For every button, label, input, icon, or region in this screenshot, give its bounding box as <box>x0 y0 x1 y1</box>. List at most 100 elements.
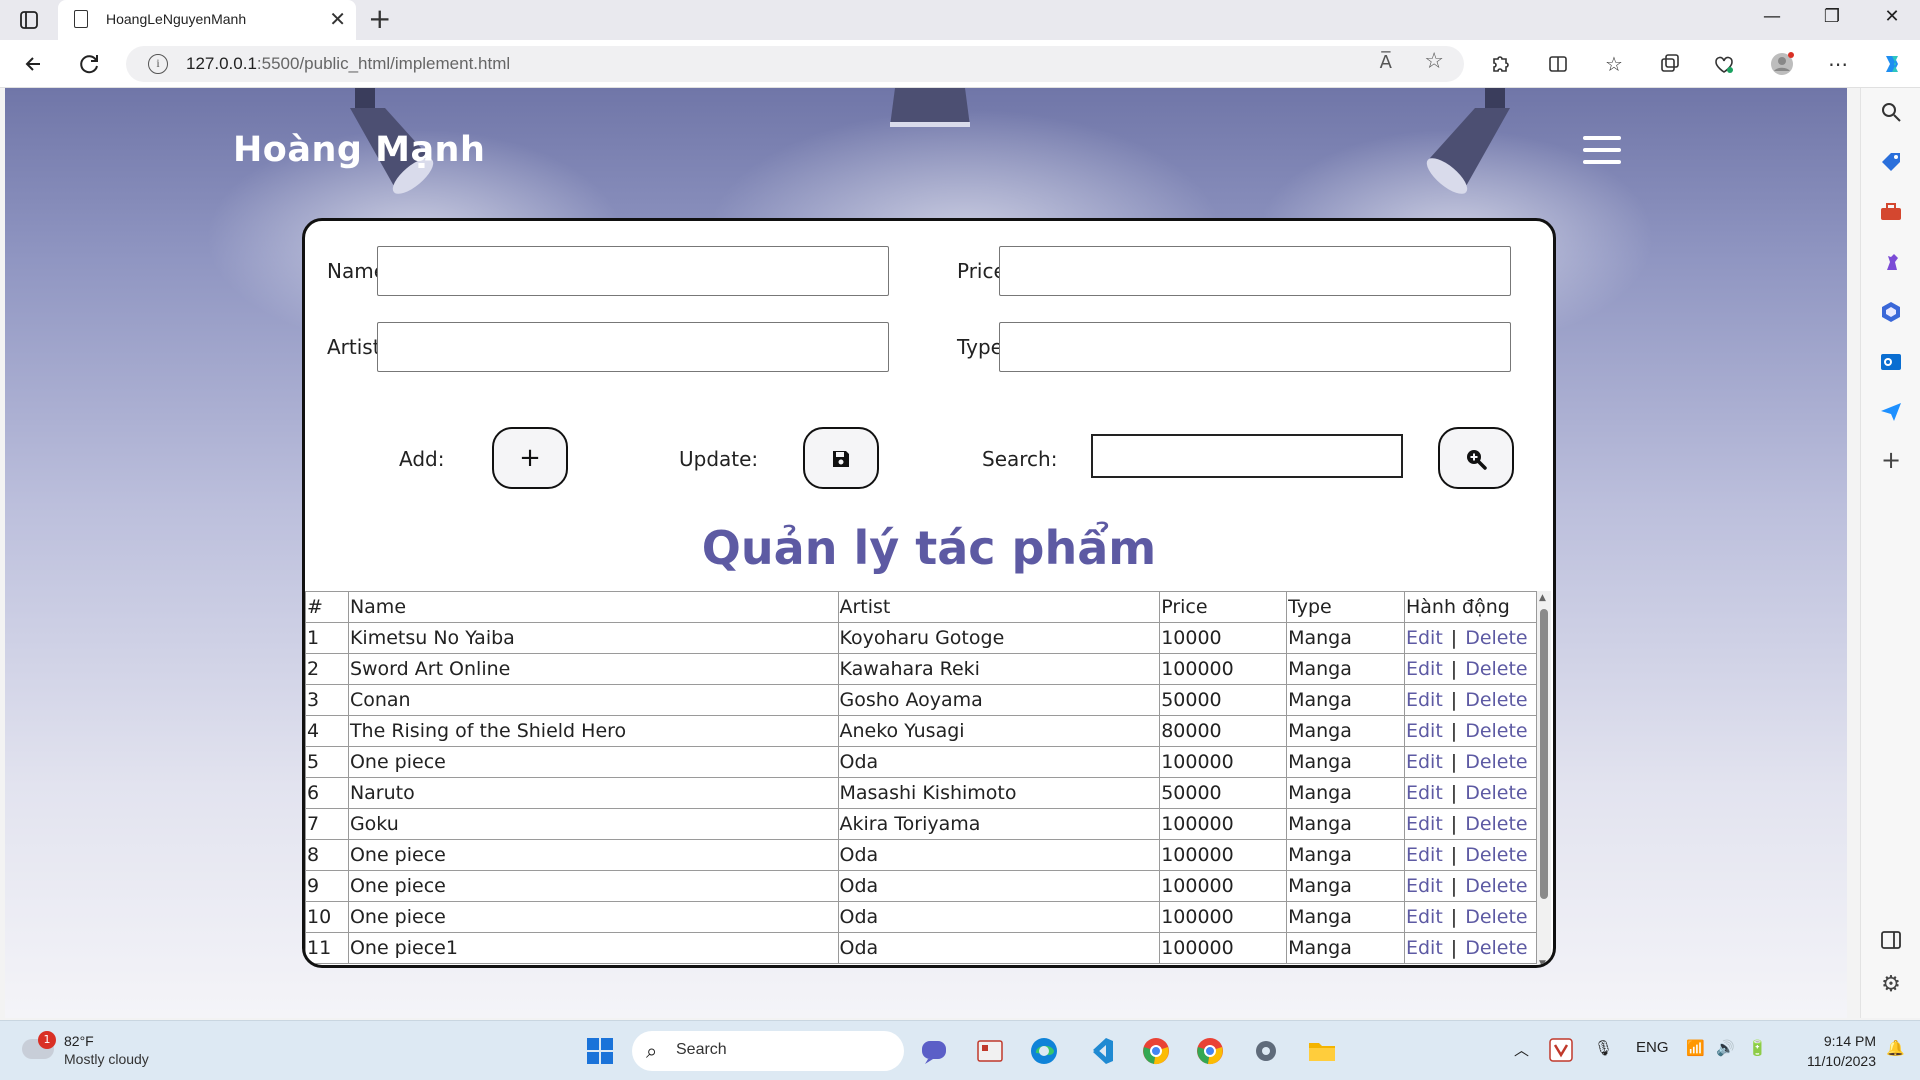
edit-link[interactable]: Edit <box>1406 627 1443 649</box>
games-chess-icon[interactable] <box>1879 250 1903 274</box>
delete-link[interactable]: Delete <box>1465 751 1527 773</box>
back-icon[interactable] <box>20 50 48 78</box>
tray-app-icon[interactable] <box>1548 1037 1574 1063</box>
table-scrollbar[interactable]: ▲ ▼ <box>1537 591 1551 965</box>
delete-link[interactable]: Delete <box>1465 689 1527 711</box>
copilot-icon[interactable] <box>1878 50 1906 78</box>
settings-gear-icon[interactable] <box>1250 1035 1282 1067</box>
price-input[interactable] <box>999 246 1511 296</box>
edit-link[interactable]: Edit <box>1406 720 1443 742</box>
row-actions: Edit | Delete <box>1403 777 1537 809</box>
delete-link[interactable]: Delete <box>1465 782 1527 804</box>
browser-essentials-icon[interactable] <box>1710 50 1738 78</box>
site-brand[interactable]: Hoàng Mạnh <box>233 130 485 170</box>
tray-overflow-chevron-icon[interactable]: ︿ <box>1514 1039 1529 1060</box>
edit-link[interactable]: Edit <box>1406 751 1443 773</box>
snipping-tool-icon[interactable] <box>974 1035 1006 1067</box>
address-bar[interactable]: i 127.0.0.1:5500/public_html/implement.h… <box>126 46 1464 82</box>
restore-button[interactable]: ❐ <box>1812 6 1852 27</box>
name-input[interactable] <box>377 246 889 296</box>
edge-browser-icon[interactable] <box>1028 1035 1060 1067</box>
teams-chat-icon[interactable] <box>918 1035 950 1067</box>
scroll-up-icon[interactable]: ▲ <box>1539 593 1546 603</box>
minimize-button[interactable]: — <box>1752 6 1792 27</box>
delete-link[interactable]: Delete <box>1465 720 1527 742</box>
row-type: Manga <box>1286 746 1405 778</box>
add-sidebar-app-icon[interactable]: + <box>1879 446 1903 474</box>
delete-link[interactable]: Delete <box>1465 658 1527 680</box>
edit-link[interactable]: Edit <box>1406 875 1443 897</box>
volume-icon[interactable]: 🔊 <box>1716 1039 1735 1057</box>
menu-hamburger-icon[interactable] <box>1583 136 1621 164</box>
microsoft-365-icon[interactable] <box>1879 300 1903 324</box>
chrome-profile-icon-2[interactable] <box>1194 1035 1226 1067</box>
edit-link[interactable]: Edit <box>1406 906 1443 928</box>
header-price: Price <box>1159 591 1288 623</box>
type-input[interactable] <box>999 322 1511 372</box>
table-scroll-thumb[interactable] <box>1540 609 1548 899</box>
language-indicator[interactable]: ENG <box>1636 1039 1669 1056</box>
edit-link[interactable]: Edit <box>1406 844 1443 866</box>
update-button[interactable] <box>803 427 879 489</box>
delete-link[interactable]: Delete <box>1465 813 1527 835</box>
tools-toolbox-icon[interactable] <box>1879 200 1903 224</box>
edit-link[interactable]: Edit <box>1406 658 1443 680</box>
read-aloud-icon[interactable]: A̅ <box>1380 52 1392 73</box>
file-explorer-icon[interactable] <box>1306 1035 1338 1067</box>
weather-temp: 82°F <box>64 1033 94 1049</box>
action-separator: | <box>1450 844 1458 866</box>
vscode-icon[interactable] <box>1084 1035 1116 1067</box>
delete-link[interactable]: Delete <box>1465 906 1527 928</box>
search-button[interactable] <box>1438 427 1514 489</box>
sidebar-search-icon[interactable] <box>1879 100 1903 124</box>
delete-link[interactable]: Delete <box>1465 627 1527 649</box>
chrome-profile-icon[interactable] <box>1140 1035 1172 1067</box>
url-text[interactable]: 127.0.0.1:5500/public_html/implement.htm… <box>186 54 510 74</box>
close-window-button[interactable]: ✕ <box>1872 6 1912 27</box>
row-artist: Oda <box>837 932 1161 964</box>
notification-bell-icon[interactable]: 🔔 <box>1886 1039 1905 1057</box>
collections-icon[interactable] <box>1656 50 1684 78</box>
extensions-icon[interactable] <box>1486 50 1514 78</box>
hide-sidebar-icon[interactable] <box>1879 928 1903 952</box>
row-id: 3 <box>305 684 349 716</box>
row-type: Manga <box>1286 839 1405 871</box>
browser-tab-active[interactable]: HoangLeNguyenManh ✕ <box>58 0 356 40</box>
row-artist: Akira Toriyama <box>837 808 1161 840</box>
edit-link[interactable]: Edit <box>1406 782 1443 804</box>
profile-avatar[interactable] <box>1768 50 1796 78</box>
taskbar-search-box[interactable]: ⌕ Search <box>632 1031 904 1071</box>
scroll-down-icon[interactable]: ▼ <box>1539 959 1546 965</box>
split-screen-icon[interactable] <box>1544 50 1572 78</box>
windows-taskbar: 1 82°F Mostly cloudy ⌕ Search ︿ 🎙 ENG 📶 … <box>0 1020 1920 1080</box>
search-input[interactable] <box>1091 434 1403 478</box>
microphone-icon[interactable]: 🎙 <box>1594 1039 1613 1057</box>
favorite-star-icon[interactable]: ☆ <box>1424 49 1444 74</box>
drop-send-icon[interactable] <box>1879 400 1903 424</box>
tab-close-icon[interactable]: ✕ <box>329 7 346 31</box>
delete-link[interactable]: Delete <box>1465 875 1527 897</box>
windows-start-icon[interactable] <box>584 1035 616 1067</box>
add-button[interactable]: + <box>492 427 568 489</box>
edit-link[interactable]: Edit <box>1406 813 1443 835</box>
weather-widget[interactable]: 1 82°F Mostly cloudy <box>22 1031 182 1071</box>
edit-link[interactable]: Edit <box>1406 937 1443 959</box>
new-tab-button[interactable]: + <box>368 4 391 34</box>
outlook-icon[interactable] <box>1879 350 1903 374</box>
delete-link[interactable]: Delete <box>1465 844 1527 866</box>
more-options-icon[interactable]: ⋯ <box>1824 50 1852 78</box>
row-price: 50000 <box>1159 684 1288 716</box>
shopping-tag-icon[interactable] <box>1879 150 1903 174</box>
site-info-icon[interactable]: i <box>148 54 168 74</box>
delete-link[interactable]: Delete <box>1465 937 1527 959</box>
wifi-icon[interactable]: 📶 <box>1686 1039 1705 1057</box>
works-table-container: # Name Artist Price Type Hành động 1 Kime… <box>305 591 1537 965</box>
tab-actions-icon[interactable] <box>18 9 40 31</box>
artist-input[interactable] <box>377 322 889 372</box>
battery-icon[interactable]: 🔋 <box>1748 1039 1767 1057</box>
sidebar-settings-icon[interactable]: ⚙ <box>1879 972 1903 997</box>
favorites-icon[interactable]: ☆ <box>1600 50 1628 78</box>
edit-link[interactable]: Edit <box>1406 689 1443 711</box>
refresh-icon[interactable] <box>76 50 104 78</box>
taskbar-clock[interactable]: 9:14 PM 11/10/2023 <box>1784 1031 1876 1071</box>
